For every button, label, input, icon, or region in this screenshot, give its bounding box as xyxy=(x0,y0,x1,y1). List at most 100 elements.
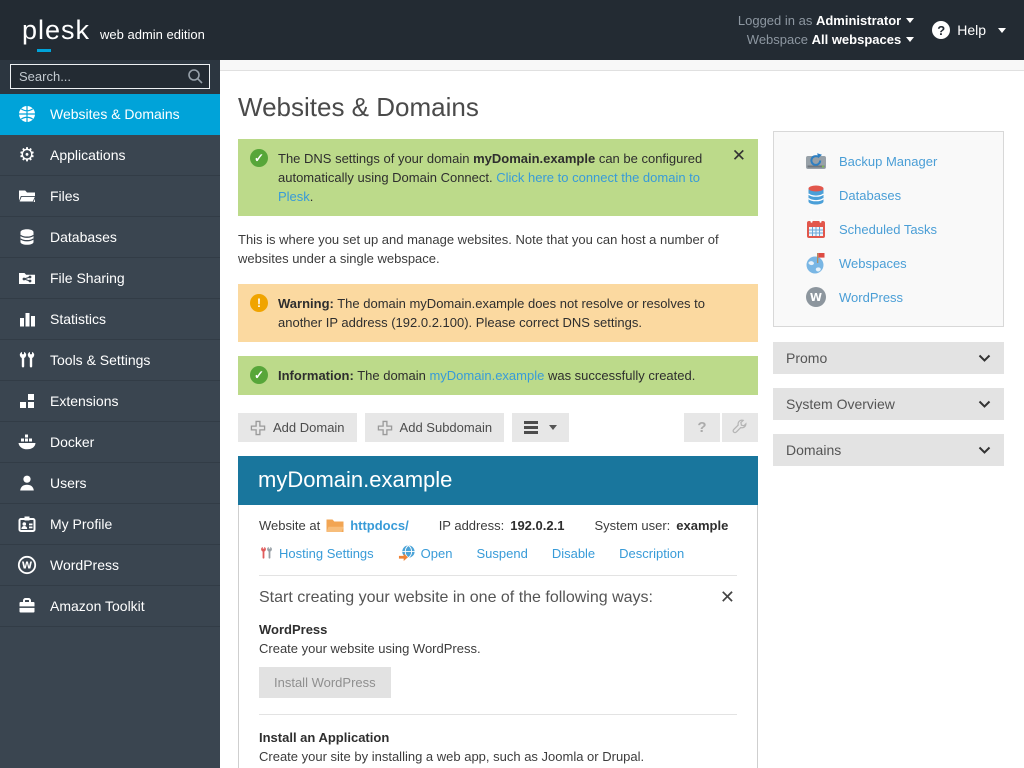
folder-icon xyxy=(17,186,37,206)
shortcut-label: Backup Manager xyxy=(839,154,937,169)
left-sidebar: Websites & Domains ⚙ Applications Files … xyxy=(0,60,220,768)
sidebar-item-label: Users xyxy=(50,475,87,491)
option-wordpress: WordPress Create your website using Word… xyxy=(259,607,737,714)
sidebar-item-amazon-toolkit[interactable]: Amazon Toolkit xyxy=(0,586,220,627)
sidebar-item-databases[interactable]: Databases xyxy=(0,217,220,258)
sidebar-item-wordpress[interactable]: W WordPress xyxy=(0,545,220,586)
sidebar-item-extensions[interactable]: Extensions xyxy=(0,381,220,422)
sidebar-item-statistics[interactable]: Statistics xyxy=(0,299,220,340)
svg-text:W: W xyxy=(22,561,33,572)
hosting-settings-link[interactable]: Hosting Settings xyxy=(259,545,374,561)
sidebar-item-applications[interactable]: ⚙ Applications xyxy=(0,135,220,176)
wordpress-icon: W xyxy=(805,286,827,308)
website-at-label: Website at xyxy=(259,518,320,533)
close-icon[interactable]: ✕ xyxy=(732,147,746,164)
domain-created-message: ✓ Information: The domain myDomain.examp… xyxy=(238,356,758,395)
top-header: plesk web admin edition Logged in as Adm… xyxy=(0,0,1024,60)
close-icon[interactable]: ✕ xyxy=(720,587,735,608)
add-subdomain-button[interactable]: Add Subdomain xyxy=(365,413,505,442)
id-card-icon xyxy=(17,514,37,534)
domains-toolbar: Add Domain Add Subdomain ? xyxy=(238,413,758,442)
sidebar-item-docker[interactable]: Docker xyxy=(0,422,220,463)
help-icon: ? xyxy=(932,21,950,39)
ip-address-value: 192.0.2.1 xyxy=(510,518,564,533)
shortcut-label: Databases xyxy=(839,188,901,203)
toolbar-help-button[interactable]: ? xyxy=(684,413,720,442)
webspace-row: Webspace All webspaces xyxy=(738,30,914,49)
sidebar-item-files[interactable]: Files xyxy=(0,176,220,217)
search-icon xyxy=(187,68,204,90)
option-heading: WordPress xyxy=(259,622,737,637)
shortcut-label: Scheduled Tasks xyxy=(839,222,937,237)
system-user-label: System user: xyxy=(594,518,670,533)
main-column: Websites & Domains ✓ The DNS settings of… xyxy=(238,71,758,768)
logo-edition-label: web admin edition xyxy=(100,27,205,42)
question-icon: ? xyxy=(697,419,706,436)
user-menu[interactable]: Administrator xyxy=(816,13,914,28)
sidebar-item-my-profile[interactable]: My Profile xyxy=(0,504,220,545)
panel-promo[interactable]: Promo xyxy=(773,342,1004,374)
open-site-link[interactable]: Open xyxy=(398,544,453,562)
webspace-selector[interactable]: All webspaces xyxy=(812,32,915,47)
sidebar-item-websites-domains[interactable]: Websites & Domains xyxy=(0,94,220,135)
page-title: Websites & Domains xyxy=(238,92,758,123)
install-wordpress-button[interactable]: Install WordPress xyxy=(259,667,391,698)
sidebar-item-label: Applications xyxy=(50,147,126,163)
help-menu[interactable]: ? Help xyxy=(932,21,1006,39)
shortcut-webspaces[interactable]: Webspaces xyxy=(805,246,1003,280)
warning-label: Warning: xyxy=(278,296,334,311)
plus-icon xyxy=(377,420,393,436)
sidebar-item-label: Statistics xyxy=(50,311,106,327)
shortcut-wordpress[interactable]: W WordPress xyxy=(805,280,1003,314)
created-domain-link[interactable]: myDomain.example xyxy=(429,368,544,383)
add-domain-button[interactable]: Add Domain xyxy=(238,413,357,442)
file-sharing-icon xyxy=(17,268,37,288)
plesk-admin-page: plesk web admin edition Logged in as Adm… xyxy=(0,0,1024,768)
hamburger-icon xyxy=(524,421,538,434)
option-install-application: Install an Application Create your site … xyxy=(259,714,737,768)
panel-label: System Overview xyxy=(786,396,895,412)
suspend-link[interactable]: Suspend xyxy=(476,546,527,561)
sidebar-item-label: WordPress xyxy=(50,557,119,573)
start-creating-title: Start creating your website in one of th… xyxy=(259,589,737,607)
blocks-icon xyxy=(17,391,37,411)
panel-system-overview[interactable]: System Overview xyxy=(773,388,1004,420)
sidebar-item-users[interactable]: Users xyxy=(0,463,220,504)
search-input[interactable] xyxy=(10,64,210,89)
webspace-label: Webspace xyxy=(747,32,808,47)
shortcut-databases[interactable]: Databases xyxy=(805,178,1003,212)
plus-icon xyxy=(250,420,266,436)
sidebar-item-label: Docker xyxy=(50,434,94,450)
folder-icon xyxy=(326,518,344,533)
sidebar-item-label: Tools & Settings xyxy=(50,352,150,368)
disable-link[interactable]: Disable xyxy=(552,546,595,561)
toolbox-icon xyxy=(17,596,37,616)
toolbar-tools-button[interactable] xyxy=(722,413,758,442)
dns-warning-message: ! Warning: The domain myDomain.example d… xyxy=(238,284,758,342)
more-actions-menu-button[interactable] xyxy=(512,413,569,442)
shortcut-backup-manager[interactable]: Backup Manager xyxy=(805,144,1003,178)
description-link[interactable]: Description xyxy=(619,546,684,561)
gear-icon: ⚙ xyxy=(17,145,37,165)
open-globe-icon xyxy=(398,544,416,562)
warning-icon: ! xyxy=(250,294,268,312)
shortcut-scheduled-tasks[interactable]: Scheduled Tasks xyxy=(805,212,1003,246)
chevron-down-icon xyxy=(998,28,1006,33)
sidebar-item-file-sharing[interactable]: File Sharing xyxy=(0,258,220,299)
database-icon xyxy=(17,227,37,247)
panel-label: Promo xyxy=(786,350,827,366)
docroot-link[interactable]: httpdocs/ xyxy=(350,518,409,533)
sidebar-item-label: Amazon Toolkit xyxy=(50,598,145,614)
sidebar-item-label: Websites & Domains xyxy=(50,106,180,122)
dns-connect-notice: ✓ The DNS settings of your domain myDoma… xyxy=(238,139,758,216)
sidebar-item-tools-settings[interactable]: Tools & Settings xyxy=(0,340,220,381)
header-session-area: Logged in as Administrator Webspace All … xyxy=(738,11,1024,49)
content-top-strip xyxy=(220,60,1024,71)
panel-domains[interactable]: Domains xyxy=(773,434,1004,466)
intro-text: This is where you set up and manage webs… xyxy=(238,230,758,268)
domain-card: myDomain.example Website at httpdocs/ IP… xyxy=(238,456,758,768)
plesk-logo[interactable]: plesk web admin edition xyxy=(0,15,205,46)
svg-text:W: W xyxy=(810,291,822,304)
chevron-down-icon xyxy=(906,18,914,23)
domain-card-title: myDomain.example xyxy=(238,456,758,505)
